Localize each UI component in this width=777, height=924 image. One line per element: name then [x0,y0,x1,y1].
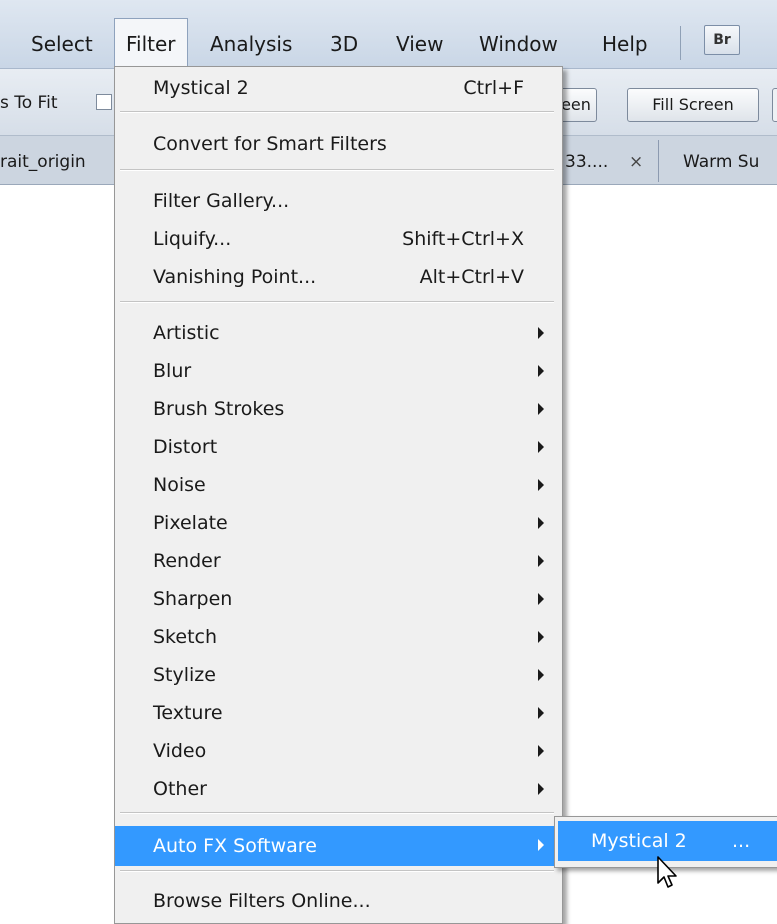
menu-item-pixelate[interactable]: Pixelate [115,504,560,542]
menu-item-label: Texture [153,702,223,724]
menu-item-label: Pixelate [153,512,228,534]
menu-item-artistic[interactable]: Artistic [115,314,560,352]
partial-button[interactable] [772,88,777,122]
menu-item-last-filter[interactable]: Mystical 2 Ctrl+F [115,69,560,107]
tab-doc-warm[interactable]: Warm Su [683,146,777,178]
menu-item-label: Sharpen [153,588,233,610]
menu-item-distort[interactable]: Distort [115,428,560,466]
menu-item-label: Convert for Smart Filters [153,133,387,155]
menu-item-label: Browse Filters Online... [153,890,371,912]
menu-item-label: Vanishing Point... [153,266,317,288]
submenu-arrow-icon [538,441,544,453]
menu-item-label: Render [153,550,221,572]
menu-item-label: Stylize [153,664,216,686]
menu-help[interactable]: Help [592,30,658,58]
fit-checkbox[interactable] [96,94,112,110]
menu-window[interactable]: Window [469,30,568,58]
menu-separator [120,870,554,872]
menu-separator [120,111,554,113]
menu-3d[interactable]: 3D [320,30,368,58]
submenu-arrow-icon [538,669,544,681]
menu-item-label: Brush Strokes [153,398,285,420]
submenu-arrow-icon [538,745,544,757]
tab-doc-portrait[interactable]: rait_origin [0,146,112,178]
shortcut-label: Ctrl+F [463,77,524,99]
menu-item-liquify[interactable]: Liquify... Shift+Ctrl+X [115,220,560,258]
submenu-item-ellipsis: ... [732,830,751,852]
shortcut-label: Shift+Ctrl+X [402,228,524,250]
submenu-arrow-icon [538,555,544,567]
menu-item-label: Mystical 2 [153,77,249,99]
menu-item-sketch[interactable]: Sketch [115,618,560,656]
menu-item-label: Artistic [153,322,220,344]
menu-item-label: Other [153,778,207,800]
menu-select[interactable]: Select [21,30,103,58]
menu-item-noise[interactable]: Noise [115,466,560,504]
menu-separator [120,301,554,303]
submenu-arrow-icon [538,783,544,795]
fit-label: s To Fit [0,93,58,113]
menu-item-label: Filter Gallery... [153,190,290,212]
submenu-arrow-icon [538,365,544,377]
submenu-arrow-icon [538,631,544,643]
menu-item-browse-filters-online[interactable]: Browse Filters Online... [115,882,560,920]
menu-item-render[interactable]: Render [115,542,560,580]
menu-filter[interactable]: Filter [114,18,188,69]
tab-divider [658,140,659,182]
shortcut-label: Alt+Ctrl+V [419,266,524,288]
submenu-arrow-icon [538,479,544,491]
menu-item-convert-smart-filters[interactable]: Convert for Smart Filters [115,125,560,163]
bridge-button[interactable]: Br [704,25,740,55]
menu-item-stylize[interactable]: Stylize [115,656,560,694]
menu-item-sharpen[interactable]: Sharpen [115,580,560,618]
menu-item-label: Noise [153,474,206,496]
submenu-arrow-icon [538,327,544,339]
submenu-arrow-icon [538,839,544,851]
menu-item-blur[interactable]: Blur [115,352,560,390]
submenu-arrow-icon [538,403,544,415]
tab-doc-33[interactable]: 33.... [565,146,608,178]
menu-view[interactable]: View [386,30,453,58]
menu-item-filter-gallery[interactable]: Filter Gallery... [115,182,560,220]
menu-item-video[interactable]: Video [115,732,560,770]
menu-separator [120,169,554,171]
menu-item-texture[interactable]: Texture [115,694,560,732]
menu-item-auto-fx-software[interactable]: Auto FX Software [115,826,560,866]
menu-item-vanishing-point[interactable]: Vanishing Point... Alt+Ctrl+V [115,258,560,296]
menu-analysis[interactable]: Analysis [200,30,302,58]
submenu-arrow-icon [538,593,544,605]
menu-item-label: Sketch [153,626,218,648]
fill-screen-button[interactable]: Fill Screen [627,88,759,122]
mouse-cursor-icon [657,856,677,888]
menu-item-label: Distort [153,436,218,458]
menu-item-label: Video [153,740,207,762]
menu-item-label: Auto FX Software [153,835,317,857]
menu-item-label: Liquify... [153,228,232,250]
submenu-arrow-icon [538,517,544,529]
menu-item-label: Blur [153,360,192,382]
menu-item-brush-strokes[interactable]: Brush Strokes [115,390,560,428]
submenu-arrow-icon [538,707,544,719]
tab-close-icon[interactable]: × [629,146,643,178]
menu-item-other[interactable]: Other [115,770,560,808]
menubar-divider [680,26,681,60]
menu-separator [120,812,554,814]
